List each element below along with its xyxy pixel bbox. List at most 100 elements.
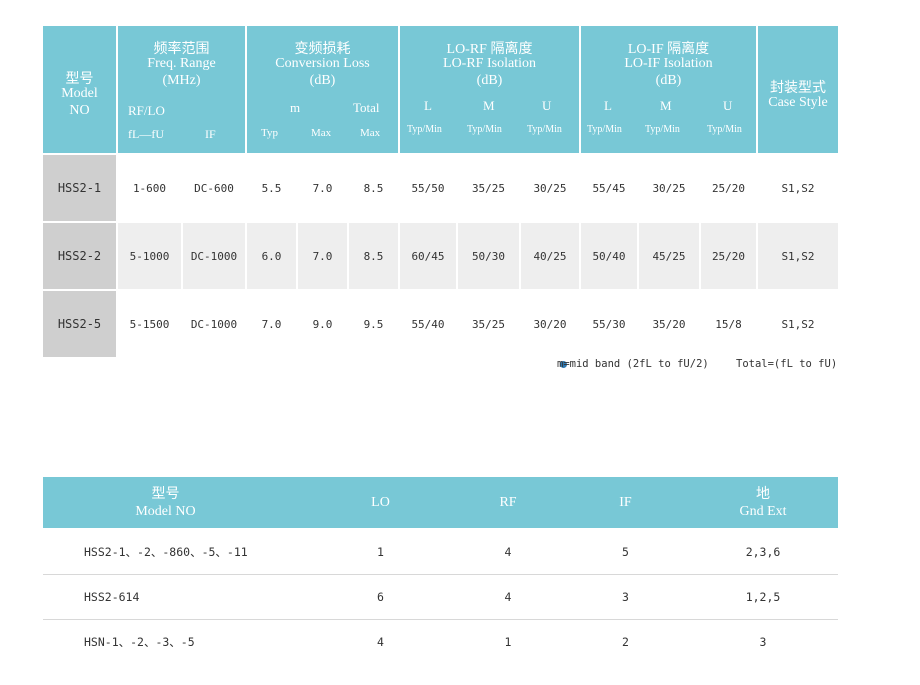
note-mid-band: m=mid band (2fL to fU/2) — [557, 358, 709, 370]
pin-rf-cell: 4 — [504, 590, 512, 604]
header-case-en: Case Style — [768, 95, 828, 110]
pin-lo-cell: 1 — [377, 545, 384, 559]
pin-if-cell: 3 — [622, 590, 629, 604]
pin-row: HSS2-614 6 4 3 1,2,5 — [43, 575, 838, 620]
header-loif-typmin-u: Typ/Min — [707, 124, 742, 135]
header-case-cn: 封装型式 — [770, 81, 826, 96]
column-divider — [756, 153, 758, 359]
header-model: 型号 Model NO — [43, 26, 116, 153]
column-divider — [116, 153, 118, 359]
rflo-cell: 1-600 — [132, 181, 167, 195]
column-divider — [181, 153, 183, 359]
column-divider — [347, 153, 349, 359]
header-loif-typmin-l: Typ/Min — [587, 124, 622, 135]
loif-u-cell: 15/8 — [715, 317, 742, 331]
model-cell: HSS2-1 — [43, 155, 116, 221]
pin-lo-cell: 4 — [377, 635, 384, 649]
pin-rf-cell: 4 — [504, 545, 512, 559]
header-freq-unit: (MHz) — [162, 73, 201, 88]
typ-cell: 7.0 — [261, 317, 282, 331]
loif-u-cell: 25/20 — [711, 181, 746, 195]
pin-gnd-cell: 3 — [759, 635, 767, 649]
header-conv-cn: 变频损耗 — [294, 42, 351, 57]
header-conv-max: Max — [311, 127, 332, 139]
header-conv: 变频损耗 Conversion Loss (dB) m Total Typ Ma… — [247, 26, 398, 153]
header-conv-en: Conversion Loss — [275, 56, 370, 71]
lorf-u-cell: 40/25 — [533, 249, 567, 263]
header-lorf-en: LO-RF Isolation — [443, 56, 536, 71]
case-cell: S1,S2 — [781, 317, 815, 331]
lorf-u-cell: 30/20 — [533, 317, 567, 331]
lorf-u-cell: 30/25 — [533, 181, 567, 195]
pin-if-cell: 5 — [622, 545, 629, 559]
pin-header-gnd-en: Gnd Ext — [739, 503, 787, 519]
typ-cell: 5.5 — [261, 181, 282, 195]
total-cell: 9.5 — [363, 317, 384, 331]
model-cell: HSS2-2 — [43, 223, 116, 289]
pin-header-lo: LO — [371, 495, 390, 510]
header-lorf-l: L — [424, 98, 432, 113]
header-lorf-typmin-m: Typ/Min — [467, 124, 502, 135]
lorf-l-cell: 55/50 — [411, 181, 445, 195]
header-model-cn: 型号 — [65, 72, 94, 87]
case-cell: S1,S2 — [781, 249, 815, 263]
pin-model-cell: HSN-1、-2、-3、-5 — [84, 635, 195, 649]
header-if: IF — [205, 127, 216, 141]
header-loif-l: L — [604, 98, 612, 113]
pin-header-gnd-cn: 地 — [756, 486, 770, 502]
typ-cell: 6.0 — [261, 249, 282, 263]
pin-header-model: 型号 Model NO — [43, 477, 288, 528]
header-loif-cn: LO-IF 隔离度 — [627, 42, 710, 57]
pin-header-gnd: 地 Gnd Ext — [713, 477, 813, 528]
pin-header-if: IF — [619, 495, 632, 510]
header-lorf: LO-RF 隔离度 LO-RF Isolation (dB) L M U Typ… — [400, 26, 579, 153]
header-lorf-u: U — [542, 98, 552, 113]
header-freq-en: Freq. Range — [147, 56, 216, 71]
loif-l-cell: 55/45 — [592, 181, 626, 195]
column-divider — [519, 153, 521, 359]
loif-l-cell: 50/40 — [592, 249, 626, 263]
header-rflo: RF/LO — [128, 103, 165, 118]
rflo-cell: 5-1000 — [129, 249, 170, 263]
total-cell: 8.5 — [363, 249, 384, 263]
header-lorf-m: M — [483, 98, 495, 113]
if-cell: DC-1000 — [190, 317, 238, 331]
case-cell: S1,S2 — [781, 181, 815, 195]
header-lorf-typmin-l: Typ/Min — [407, 124, 442, 135]
model-cell: HSS2-5 — [43, 291, 116, 357]
column-divider — [456, 153, 458, 359]
note-total: Total=(fL to fU) — [736, 358, 838, 370]
header-loif: LO-IF 隔离度 LO-IF Isolation (dB) L M U Typ… — [581, 26, 756, 153]
lorf-l-cell: 55/40 — [411, 317, 445, 331]
header-conv-typ: Typ — [261, 127, 278, 139]
loif-l-cell: 55/30 — [592, 317, 626, 331]
pin-header-model-en: Model NO — [135, 503, 196, 519]
pin-rf-cell: 1 — [504, 635, 512, 649]
if-cell: DC-1000 — [190, 249, 238, 263]
header-freq: 频率范围 Freq. Range (MHz) RF/LO fL—fU IF — [118, 26, 245, 153]
pin-lo-cell: 6 — [377, 590, 384, 604]
lorf-m-cell: 35/25 — [471, 317, 506, 331]
pin-gnd-cell: 2,3,6 — [745, 545, 781, 559]
column-divider — [245, 153, 247, 359]
column-divider — [398, 153, 400, 359]
header-conv-m: m — [290, 100, 301, 115]
header-lorf-cn: LO-RF 隔离度 — [446, 42, 533, 57]
total-cell: 8.5 — [363, 181, 384, 195]
max-cell: 7.0 — [312, 181, 333, 195]
column-divider — [699, 153, 701, 359]
pin-gnd-cell: 1,2,5 — [745, 590, 781, 604]
pin-row: HSS2-1、-2、-860、-5、-11 1 4 5 2,3,6 — [43, 530, 838, 575]
header-model-en: Model — [61, 86, 98, 101]
loif-u-cell: 25/20 — [711, 249, 746, 263]
column-divider — [296, 153, 298, 359]
header-freq-cn: 频率范围 — [153, 42, 210, 57]
header-loif-typmin-m: Typ/Min — [645, 124, 680, 135]
if-cell: DC-600 — [194, 181, 234, 195]
header-lorf-typmin-u: Typ/Min — [527, 124, 562, 135]
header-loif-unit: (dB) — [655, 73, 682, 88]
header-conv-total-max: Max — [360, 127, 381, 139]
max-cell: 7.0 — [312, 249, 333, 263]
lorf-l-cell: 60/45 — [411, 249, 445, 263]
pin-header-rf: RF — [499, 495, 517, 510]
